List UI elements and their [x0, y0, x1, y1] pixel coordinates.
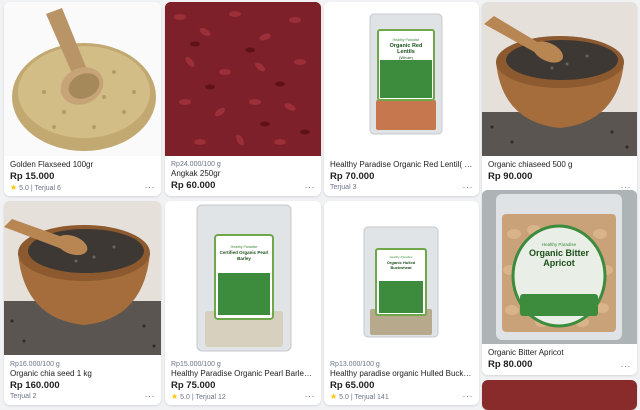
product-price: Rp 80.000 [488, 359, 533, 370]
product-unit-price: Rp13.000/100 g [330, 361, 380, 368]
product-card-chiaseed-500g[interactable]: Organic chiaseed 500 g Rp 90.000 ··· [482, 2, 637, 196]
pack-title: Organic Red Lentils [389, 43, 423, 55]
more-options-icon[interactable]: ··· [305, 182, 316, 192]
product-price: Rp 70.000 [330, 171, 375, 182]
product-sold: Terjual 6 [34, 185, 61, 192]
product-image-hulled-buckwheat[interactable] [324, 201, 479, 355]
product-unit-price: Rp24.000/100 g [171, 161, 221, 168]
product-price: Rp 60.000 [171, 180, 216, 191]
pack-title: Certified Organic Pearl Barley [219, 250, 269, 261]
meta-separator: | [350, 394, 353, 401]
product-name[interactable]: Organic chiaseed 500 g [488, 160, 631, 170]
pack-title: Organic Bitter Apricot [528, 248, 589, 268]
product-card-pearl-barley[interactable]: Healthy Paradise Certified Organic Pearl… [165, 201, 321, 405]
product-price: Rp 15.000 [10, 171, 55, 182]
product-name[interactable]: Organic Bitter Apricot [488, 348, 631, 358]
star-icon: ★ [171, 392, 179, 401]
product-name[interactable]: Angkak 250gr [171, 169, 315, 179]
product-name[interactable]: Healthy Paradise Organic Red Lentil( Who… [330, 160, 473, 170]
product-name[interactable]: Healthy paradise organic Hulled Buckwhea… [330, 369, 473, 379]
product-price: Rp 65.000 [330, 380, 375, 391]
product-card-next-row[interactable] [482, 380, 637, 410]
product-image-red-lentil[interactable] [324, 2, 479, 156]
product-rating-sold: ★ 5.0 | Terjual 141 [330, 392, 473, 402]
product-image-chia-seed-1kg[interactable] [4, 201, 161, 355]
product-image-pearl-barley[interactable] [165, 201, 321, 355]
product-image-next-row[interactable] [482, 380, 637, 410]
product-card-golden-flaxseed[interactable]: Golden Flaxseed 100gr Rp 15.000 ★ 5.0 | … [4, 2, 161, 196]
product-rating-sold: ★ 5.0 | Terjual 12 [171, 392, 315, 402]
more-options-icon[interactable]: ··· [305, 391, 316, 401]
meta-separator: | [191, 394, 194, 401]
product-price: Rp 90.000 [488, 171, 533, 182]
product-image-angkak[interactable] [165, 2, 321, 156]
more-options-icon[interactable]: ··· [621, 361, 632, 371]
star-icon: ★ [330, 392, 338, 401]
product-sold: Terjual 3 [330, 184, 357, 191]
product-card-hulled-buckwheat[interactable]: Healthy Paradise Organic Hulled Buckwhea… [324, 201, 479, 405]
pack-title: Organic Hulled Buckwheat [386, 259, 416, 270]
pack-label-buckwheat: Healthy Paradise Organic Hulled Buckwhea… [380, 255, 422, 270]
product-card-angkak[interactable]: Rp24.000/100 g Angkak 250gr Rp 60.000 ··… [165, 2, 321, 196]
product-price: Rp 160.000 [10, 380, 60, 391]
product-rating-sold: ★ 5.0 | Terjual 6 [10, 183, 155, 193]
product-rating: 5.0 [180, 394, 190, 401]
product-unit-price: Rp15.000/100 g [171, 361, 221, 368]
pack-label-lentil: Healthy Paradise Organic Red Lentils (Wh… [382, 38, 430, 60]
product-grid: Golden Flaxseed 100gr Rp 15.000 ★ 5.0 | … [0, 0, 640, 410]
product-sold: Terjual 2 [10, 393, 37, 400]
product-image-chiaseed-500g[interactable] [482, 2, 637, 156]
product-card-bitter-apricot[interactable]: Healthy Paradise Organic Bitter Apricot … [482, 190, 637, 375]
product-unit-price: Rp16.000/100 g [10, 361, 60, 368]
product-sold: Terjual 12 [195, 394, 226, 401]
pack-sub: (Whole) [398, 55, 413, 60]
more-options-icon[interactable]: ··· [145, 391, 156, 401]
product-card-chia-seed-1kg[interactable]: Rp16.000/100 g Organic chia seed 1 kg Rp… [4, 201, 161, 405]
more-options-icon[interactable]: ··· [463, 391, 474, 401]
product-price: Rp 75.000 [171, 380, 216, 391]
pack-label-barley: Healthy Paradise Certified Organic Pearl… [219, 245, 269, 261]
product-sold: Terjual 141 [354, 394, 389, 401]
pack-label-apricot: Healthy Paradise Organic Bitter Apricot [518, 242, 600, 268]
product-rating: 5.0 [19, 185, 29, 192]
product-name[interactable]: Organic chia seed 1 kg [10, 369, 155, 379]
product-name[interactable]: Healthy Paradise Organic Pearl Barley 50… [171, 369, 315, 379]
product-image-golden-flaxseed[interactable] [4, 2, 161, 156]
star-icon: ★ [10, 183, 18, 192]
product-name[interactable]: Golden Flaxseed 100gr [10, 160, 155, 170]
product-rating: 5.0 [339, 394, 349, 401]
more-options-icon[interactable]: ··· [145, 182, 156, 192]
meta-separator: | [30, 185, 33, 192]
more-options-icon[interactable]: ··· [463, 182, 474, 192]
product-card-red-lentil[interactable]: Healthy Paradise Organic Red Lentils (Wh… [324, 2, 479, 196]
